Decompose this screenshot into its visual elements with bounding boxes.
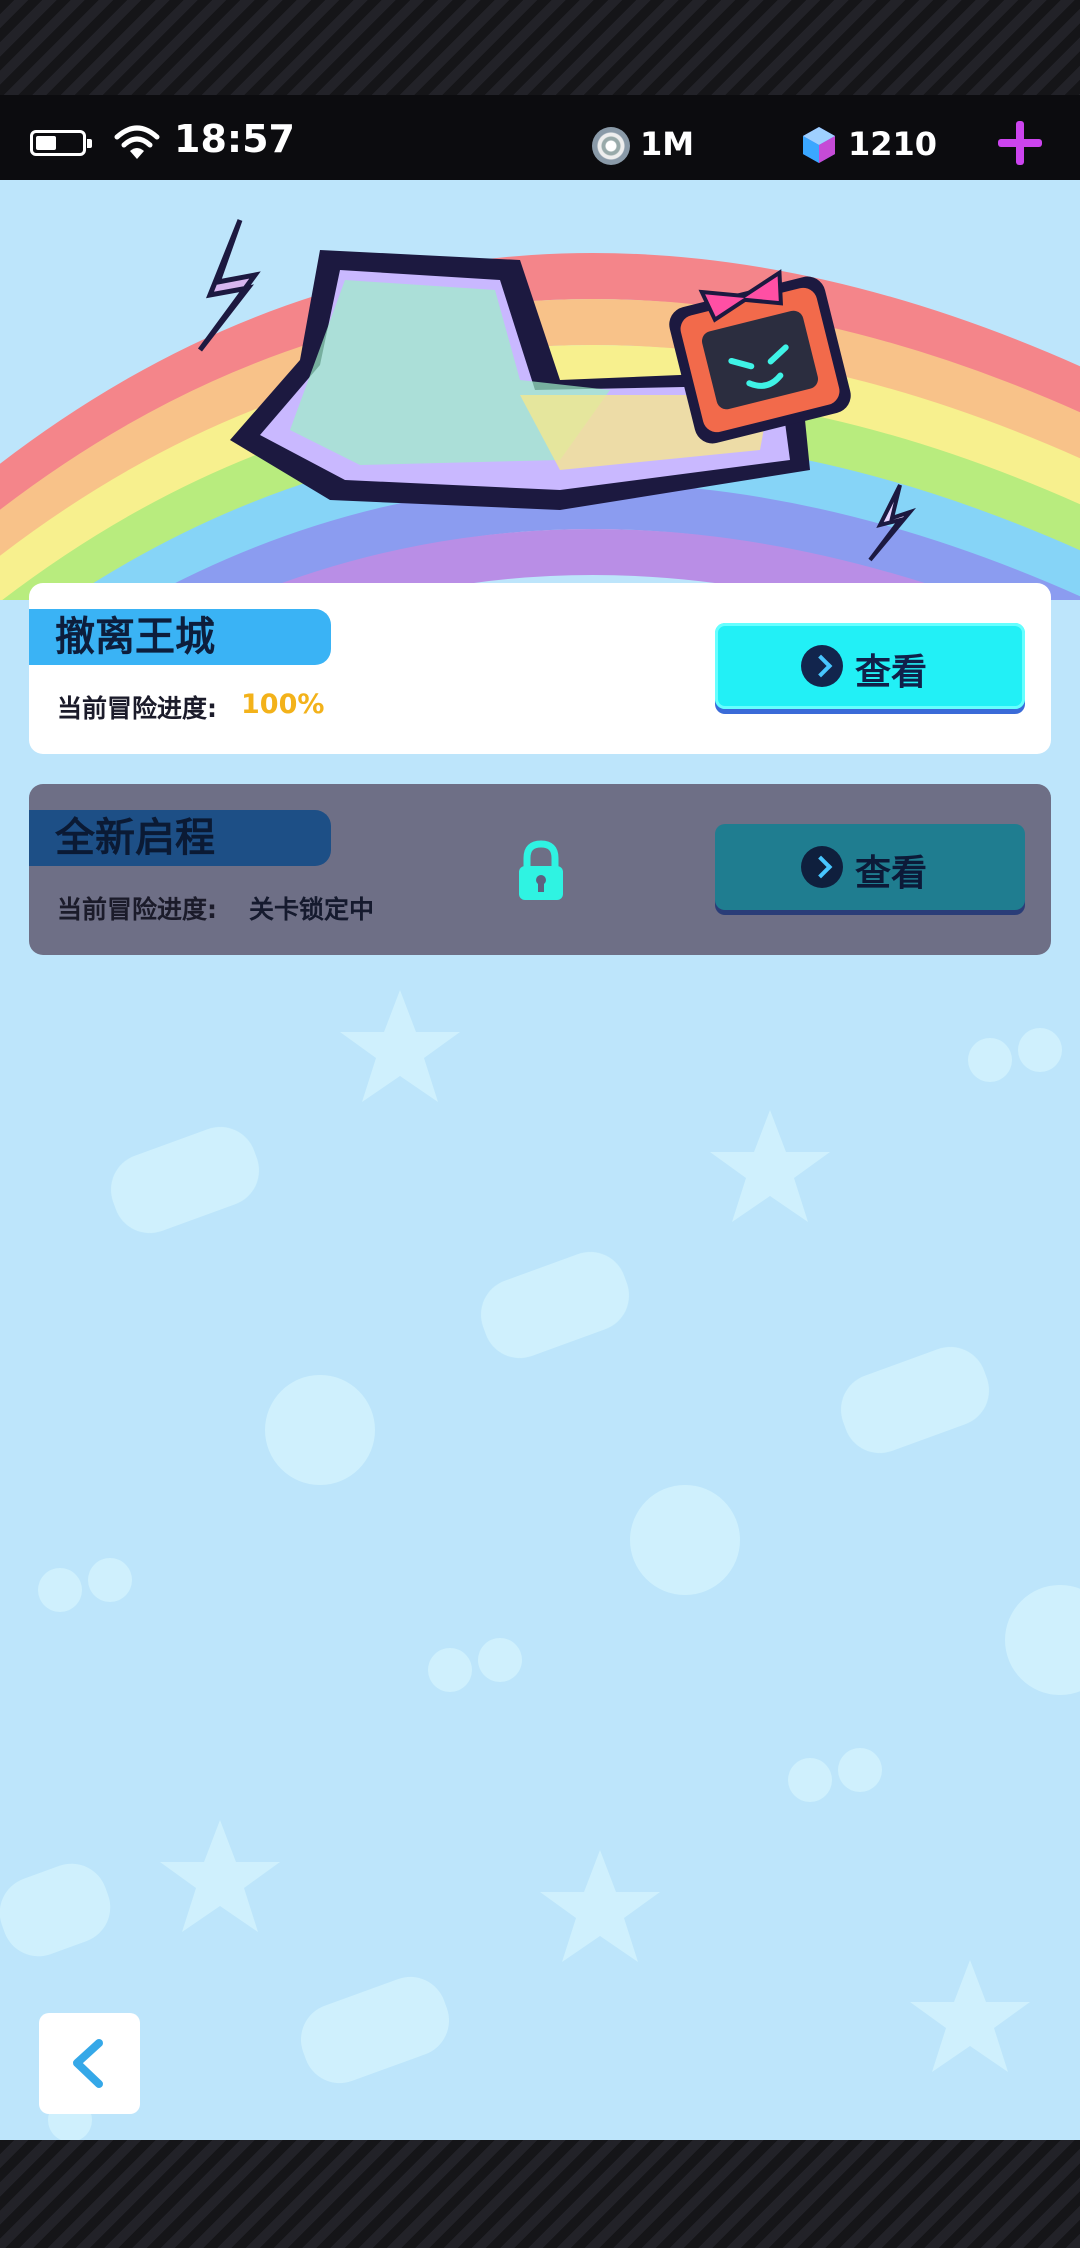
stage-header-banner <box>0 219 1080 600</box>
back-button[interactable] <box>39 2013 140 2114</box>
bottom-frame <box>0 2140 1080 2248</box>
battery-level-fill <box>36 136 56 150</box>
clock-time: 18:57 <box>174 117 295 161</box>
gem-icon <box>803 127 835 163</box>
stage-card-new-journey: 全新启程 当前冒险进度: 关卡锁定中 查看 <box>29 784 1051 955</box>
status-bar: 18:57 1M 1210 <box>0 95 1080 180</box>
progress-value: 100% <box>241 689 325 720</box>
progress-value: 关卡锁定中 <box>249 895 375 924</box>
view-stage-button[interactable]: 查看 <box>715 623 1025 709</box>
chevron-left-icon <box>73 2039 103 2088</box>
stage-title: 全新启程 <box>29 810 331 866</box>
add-currency-button[interactable] <box>994 117 1046 169</box>
top-frame <box>0 0 1080 95</box>
chevron-right-icon <box>801 645 843 687</box>
stage-title: 撤离王城 <box>29 609 331 665</box>
progress-label: 当前冒险进度: <box>57 895 217 924</box>
view-button-label: 查看 <box>855 652 928 693</box>
stage-card-evacuate: 撤离王城 当前冒险进度: 100% 查看 <box>29 583 1051 754</box>
progress-label: 当前冒险进度: <box>57 694 217 723</box>
battery-icon <box>30 130 92 156</box>
lock-icon <box>519 840 563 900</box>
view-stage-button[interactable]: 查看 <box>715 824 1025 910</box>
chevron-right-icon <box>801 846 843 888</box>
coin-icon <box>592 127 630 165</box>
wifi-icon <box>114 125 160 159</box>
view-button-label: 查看 <box>855 853 928 894</box>
coin-count: 1M <box>640 125 695 163</box>
stage-select-screen: 撤离王城 当前冒险进度: 100% 查看 全新启程 当前冒险进度: 关卡锁定中 … <box>0 180 1080 2140</box>
gem-count: 1210 <box>848 125 938 163</box>
